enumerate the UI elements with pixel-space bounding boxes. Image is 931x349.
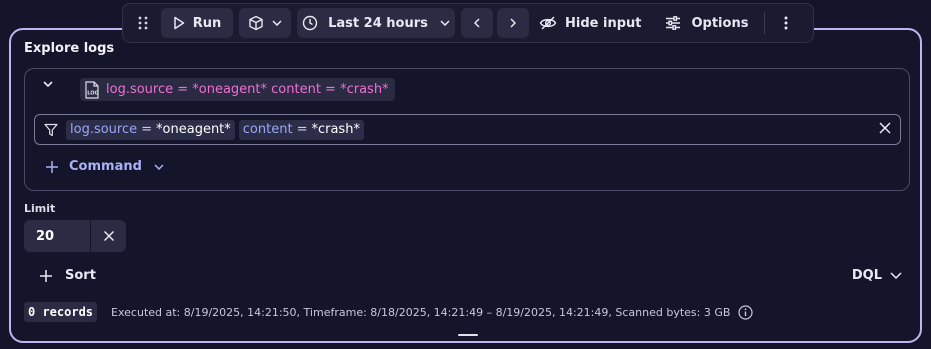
execution-status: 0 records Executed at: 8/19/2025, 14:21:… xyxy=(24,302,754,322)
notebook-section: Run Last 24 hours Hide input Options Exp… xyxy=(0,0,931,349)
limit-input[interactable]: 20 xyxy=(24,220,90,252)
clock-icon xyxy=(302,15,318,31)
options-label: Options xyxy=(691,15,749,31)
close-icon xyxy=(103,230,115,242)
timeframe-next-button[interactable] xyxy=(497,8,529,38)
filter-value: *oneagent* xyxy=(156,122,231,137)
panel-title: Explore logs xyxy=(24,41,115,56)
plus-icon xyxy=(39,269,53,283)
clear-filter-icon[interactable] xyxy=(878,121,892,135)
plus-icon xyxy=(45,160,59,174)
chevron-down-icon xyxy=(890,272,902,279)
drag-handle-icon[interactable] xyxy=(129,8,157,38)
execution-details: Executed at: 8/19/2025, 14:21:50, Timefr… xyxy=(111,305,731,319)
sort-label: Sort xyxy=(65,268,96,283)
hide-input-button[interactable]: Hide input xyxy=(539,8,641,38)
chevron-left-icon xyxy=(474,18,480,28)
cube-icon xyxy=(248,15,264,31)
filter-operator: = xyxy=(141,122,153,137)
options-button[interactable]: Options xyxy=(665,8,748,38)
run-label: Run xyxy=(192,15,222,31)
filter-chip[interactable]: content = *crash* xyxy=(238,119,364,140)
sliders-icon xyxy=(665,16,681,30)
command-label: Command xyxy=(69,159,142,174)
hide-input-label: Hide input xyxy=(565,15,642,31)
eye-off-icon xyxy=(539,15,557,31)
info-icon[interactable] xyxy=(738,304,754,320)
log-file-icon: LOG xyxy=(84,80,100,99)
filter-value: *crash* xyxy=(311,122,360,137)
chevron-down-icon xyxy=(272,20,282,26)
chevron-right-icon xyxy=(510,18,516,28)
dql-toggle[interactable]: DQL xyxy=(852,268,902,283)
play-icon xyxy=(173,16,185,30)
query-summary-text: log.source = *oneagent* content = *crash… xyxy=(106,82,389,97)
timeframe-label: Last 24 hours xyxy=(328,15,428,31)
dql-label: DQL xyxy=(851,268,882,283)
svg-text:LOG: LOG xyxy=(87,90,98,96)
limit-label: Limit xyxy=(24,202,56,215)
toolbar-divider xyxy=(764,12,766,34)
chevron-down-icon xyxy=(154,163,164,170)
filter-key: log.source xyxy=(70,122,138,137)
data-source-button[interactable] xyxy=(239,8,291,38)
more-actions-icon[interactable] xyxy=(771,8,801,38)
add-command-button[interactable]: Command xyxy=(45,159,164,174)
records-count-badge: 0 records xyxy=(24,302,98,322)
chevron-down-icon xyxy=(440,20,450,26)
add-sort-button[interactable]: Sort xyxy=(39,268,96,283)
filter-icon xyxy=(44,123,58,137)
filter-chip[interactable]: log.source = *oneagent* xyxy=(66,119,235,140)
explore-logs-panel: Explore logs LOG log.source = *oneagent*… xyxy=(9,28,922,343)
filter-operator: = xyxy=(296,122,308,137)
timeframe-selector[interactable]: Last 24 hours xyxy=(297,8,455,38)
run-button[interactable]: Run xyxy=(161,8,233,38)
limit-clear-button[interactable] xyxy=(90,220,126,252)
filter-field[interactable]: log.source = *oneagent* content = *crash… xyxy=(34,114,901,145)
timeframe-previous-button[interactable] xyxy=(461,8,493,38)
section-toolbar: Run Last 24 hours Hide input Options xyxy=(122,3,814,43)
limit-control: 20 xyxy=(24,220,126,252)
resize-handle[interactable] xyxy=(458,334,478,336)
query-builder: LOG log.source = *oneagent* content = *c… xyxy=(24,68,910,191)
filter-key: content xyxy=(242,122,293,137)
collapse-chevron-icon[interactable] xyxy=(43,81,53,87)
query-summary[interactable]: LOG log.source = *oneagent* content = *c… xyxy=(80,78,395,101)
